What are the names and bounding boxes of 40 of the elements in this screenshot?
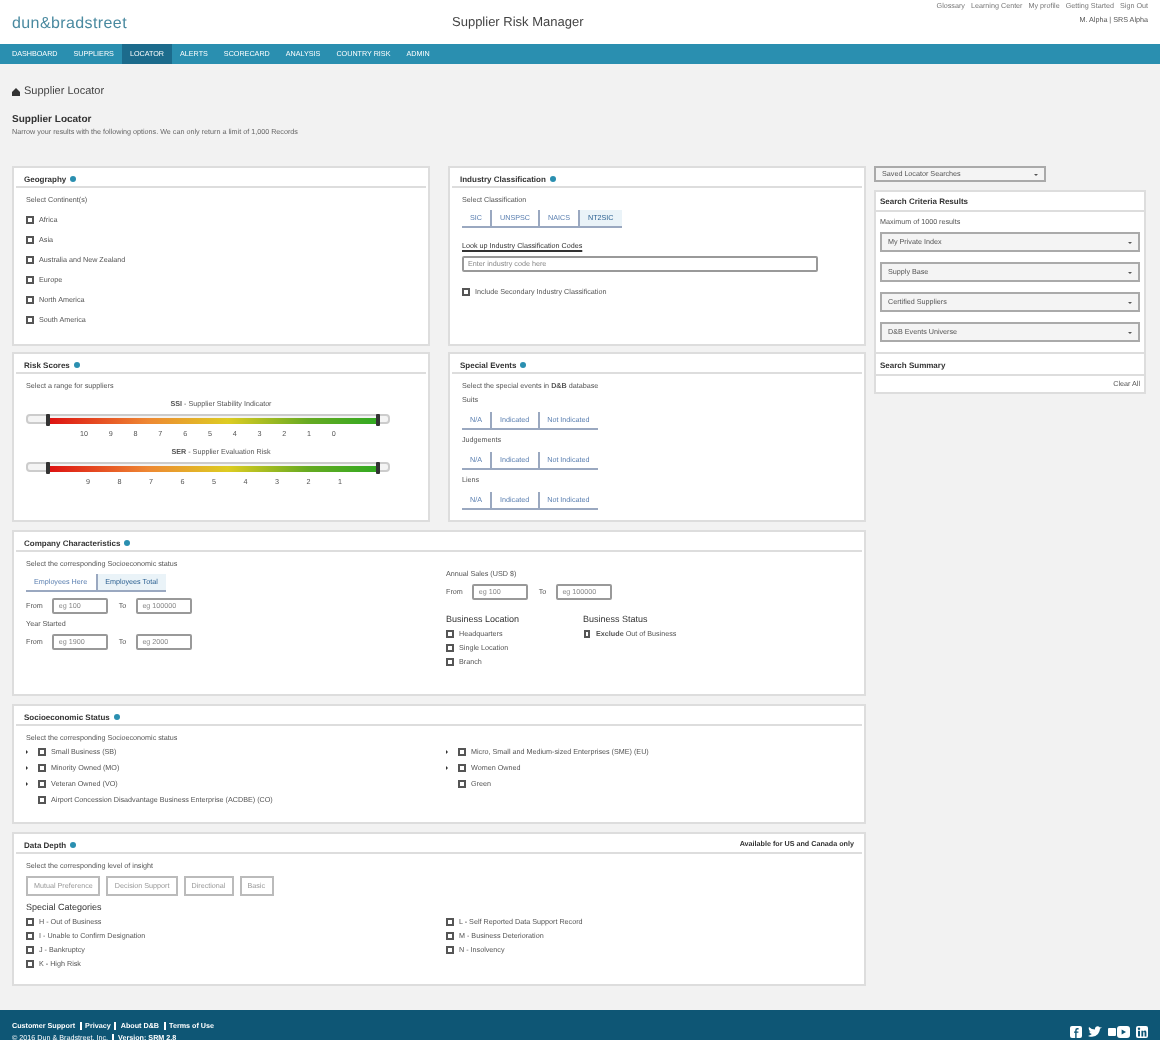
info-icon xyxy=(549,175,556,181)
checkbox[interactable] xyxy=(26,932,33,940)
checkbox[interactable] xyxy=(583,630,591,638)
checkbox[interactable] xyxy=(26,960,33,968)
checkbox[interactable] xyxy=(446,630,453,638)
checkbox[interactable] xyxy=(38,748,45,756)
facebook-icon[interactable] xyxy=(1070,1025,1082,1037)
checkbox[interactable] xyxy=(446,644,453,652)
checkbox[interactable] xyxy=(26,316,33,324)
twitter-icon[interactable] xyxy=(1088,1025,1102,1037)
info-icon xyxy=(73,361,80,367)
checkbox[interactable] xyxy=(446,658,453,666)
checkbox[interactable] xyxy=(26,256,33,264)
info-icon xyxy=(124,539,131,545)
info-icon xyxy=(70,175,77,181)
checkbox[interactable] xyxy=(446,932,453,940)
info-icon xyxy=(70,841,77,847)
checkbox[interactable] xyxy=(458,764,465,772)
info-icon xyxy=(113,713,120,719)
info-icon xyxy=(520,361,527,367)
checkbox[interactable] xyxy=(446,946,453,954)
checkbox[interactable] xyxy=(38,764,45,772)
checkbox[interactable] xyxy=(26,276,33,284)
checkbox[interactable] xyxy=(458,780,465,788)
youtube-icon[interactable] xyxy=(1108,1025,1130,1037)
range-slider[interactable] xyxy=(48,465,376,472)
logo: dun&bradstreet xyxy=(12,13,130,31)
checkbox[interactable] xyxy=(38,780,45,788)
checkbox[interactable] xyxy=(458,748,465,756)
checkbox[interactable] xyxy=(446,918,453,926)
linkedin-icon[interactable] xyxy=(1136,1025,1148,1037)
checkbox[interactable] xyxy=(26,946,33,954)
range-slider[interactable] xyxy=(48,417,376,424)
checkbox[interactable] xyxy=(26,216,33,224)
checkbox[interactable] xyxy=(26,918,33,926)
checkbox[interactable] xyxy=(462,288,469,296)
checkbox[interactable] xyxy=(26,236,33,244)
checkbox[interactable] xyxy=(26,296,33,304)
house-icon xyxy=(12,88,20,96)
checkbox[interactable] xyxy=(38,796,45,804)
